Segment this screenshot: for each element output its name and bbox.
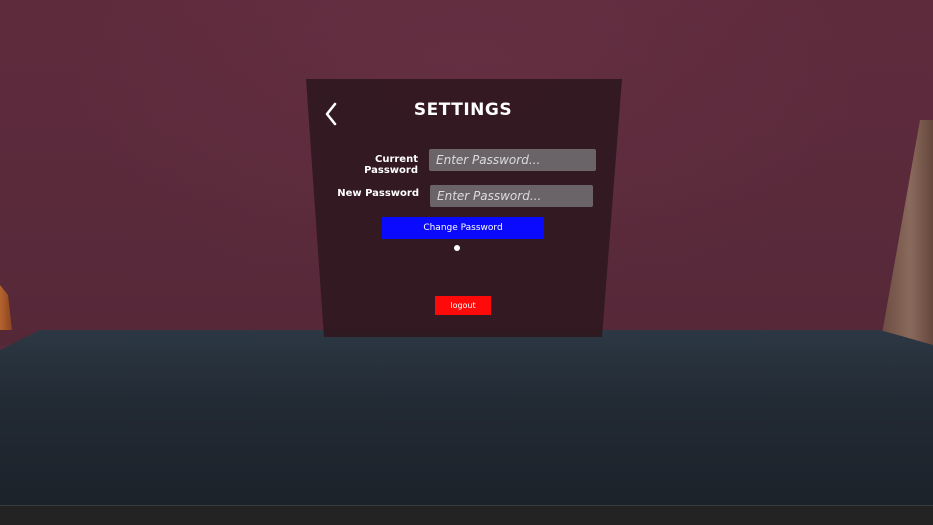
game-scene: SETTINGS Current Password New Password C… (0, 0, 933, 525)
current-password-input[interactable] (429, 149, 596, 171)
new-password-label: New Password (337, 188, 419, 199)
current-password-label: Current Password (364, 154, 418, 176)
chevron-left-icon (325, 102, 337, 126)
logout-button[interactable]: logout (435, 296, 491, 315)
bottom-bar (0, 505, 933, 525)
settings-title: SETTINGS (413, 100, 513, 120)
new-password-input[interactable] (430, 185, 593, 207)
change-password-button[interactable]: Change Password (382, 217, 544, 239)
cursor-dot (454, 245, 460, 251)
back-button[interactable] (322, 100, 342, 128)
floor (0, 330, 933, 508)
